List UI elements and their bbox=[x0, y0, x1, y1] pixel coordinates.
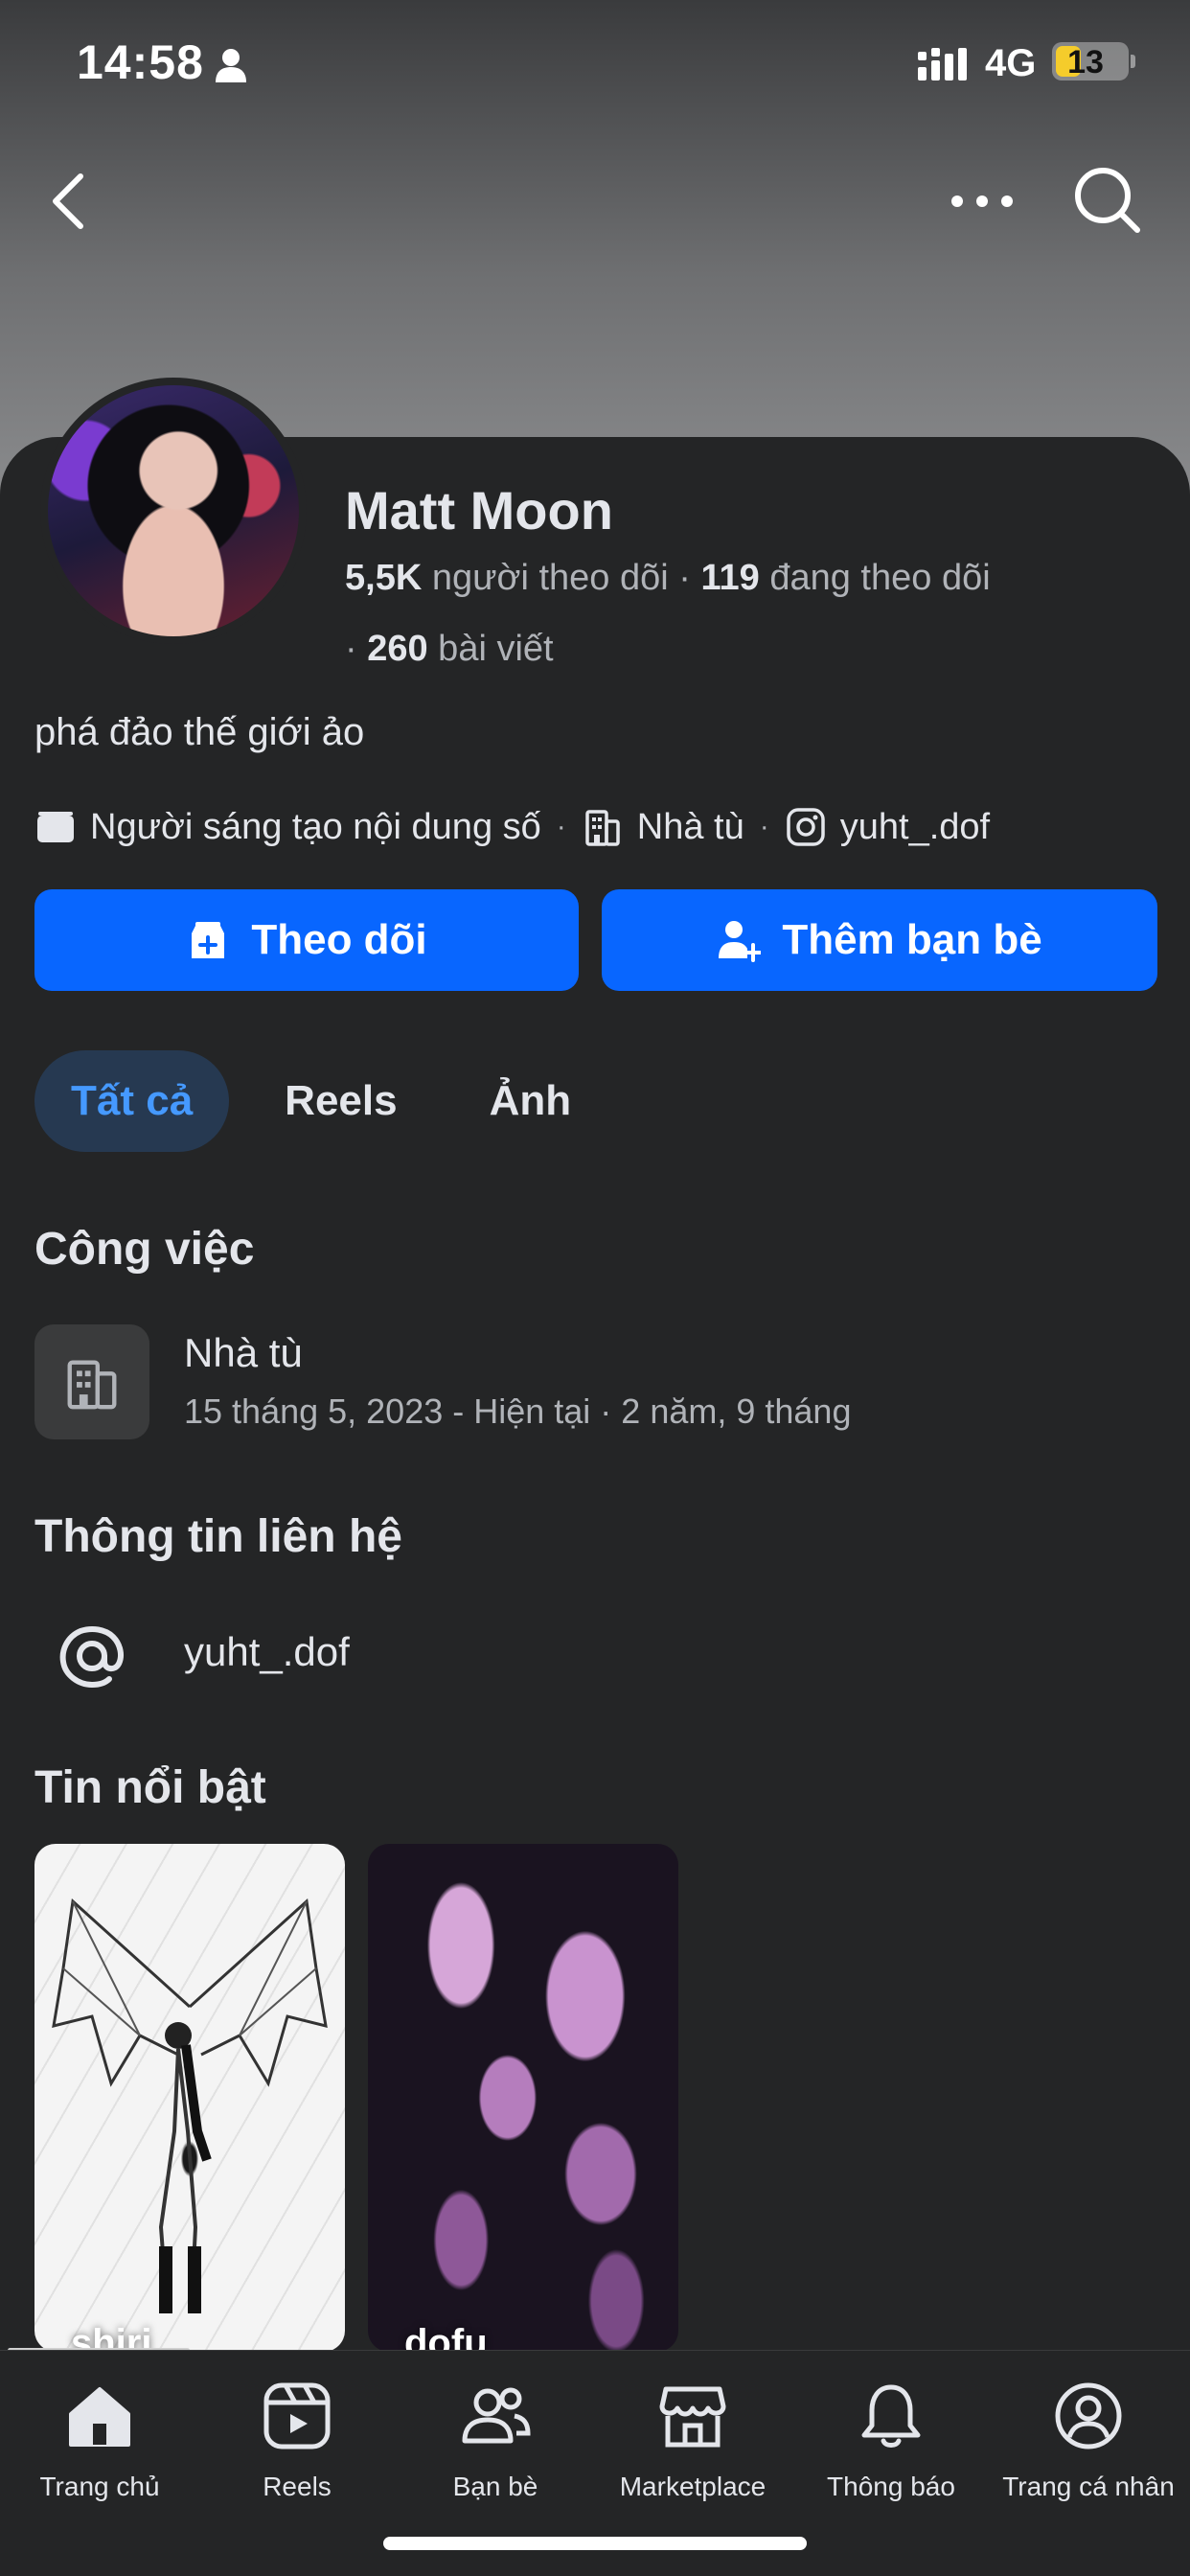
workplace-text[interactable]: Nhà tù bbox=[637, 807, 744, 848]
follow-button[interactable]: Theo dõi bbox=[34, 889, 579, 991]
nav-label: Thông báo bbox=[827, 2472, 955, 2501]
follow-button-label: Theo dõi bbox=[251, 916, 427, 963]
status-bar: 14:58 4G 13 bbox=[0, 0, 1190, 134]
work-section-title: Công việc bbox=[34, 1224, 255, 1275]
home-icon bbox=[69, 2387, 130, 2447]
reels-icon bbox=[263, 2382, 331, 2450]
nav-label: Reels bbox=[263, 2472, 332, 2501]
home-indicator bbox=[383, 2537, 807, 2550]
nav-item-reels[interactable]: Reels bbox=[201, 2378, 393, 2502]
follow-icon bbox=[192, 922, 225, 958]
nav-label: Bạn bè bbox=[452, 2472, 538, 2501]
profile-stats: 5,5K người theo dõi · 119 đang theo dõi bbox=[345, 558, 991, 599]
highlight-label: dofu bbox=[404, 2322, 488, 2352]
highlight-story[interactable]: dofu bbox=[368, 1844, 678, 2352]
person-icon bbox=[216, 49, 246, 82]
nav-item-friends[interactable]: Bạn bè bbox=[400, 2378, 591, 2502]
work-dates: 15 tháng 5, 2023 - Hiện tại · 2 năm, 9 t… bbox=[184, 1392, 852, 1431]
nav-item-profile[interactable]: Trang cá nhân bbox=[993, 2378, 1184, 2502]
profile-tabs: Tất cả Reels Ảnh bbox=[34, 1050, 607, 1152]
contact-section-title: Thông tin liên hệ bbox=[34, 1511, 402, 1562]
tab-all[interactable]: Tất cả bbox=[34, 1050, 230, 1152]
work-item-icon bbox=[34, 1324, 149, 1439]
category-text: Người sáng tạo nội dung số bbox=[90, 806, 541, 847]
posts-count: 260 bbox=[367, 629, 428, 669]
nav-item-marketplace[interactable]: Marketplace bbox=[597, 2378, 789, 2502]
nav-item-notifications[interactable]: Thông báo bbox=[795, 2378, 987, 2502]
profile-info-line: Người sáng tạo nội dung số · Nhà tù · yu… bbox=[34, 803, 990, 851]
nav-label: Trang chủ bbox=[39, 2472, 160, 2501]
tab-photos[interactable]: Ảnh bbox=[453, 1050, 608, 1152]
marketplace-icon bbox=[659, 2386, 726, 2448]
nav-label: Trang cá nhân bbox=[1002, 2472, 1175, 2501]
search-icon[interactable] bbox=[1068, 161, 1145, 238]
highlights-section-title: Tin nổi bật bbox=[34, 1762, 266, 1813]
following-label: đang theo dõi bbox=[759, 558, 991, 598]
back-icon[interactable] bbox=[38, 163, 96, 240]
separator-dot: · bbox=[759, 811, 769, 842]
network-type: 4G bbox=[985, 42, 1037, 84]
winged-figure-illustration bbox=[52, 1898, 328, 2313]
add-friend-icon bbox=[719, 921, 762, 962]
building-icon bbox=[67, 1360, 117, 1410]
work-place[interactable]: Nhà tù bbox=[184, 1330, 303, 1376]
profile-icon bbox=[1055, 2382, 1122, 2450]
building-icon bbox=[585, 810, 620, 846]
clapperboard-icon bbox=[37, 812, 74, 842]
at-sign-icon bbox=[59, 1626, 124, 1689]
nav-label: Marketplace bbox=[619, 2472, 767, 2501]
more-icon[interactable] bbox=[944, 177, 1020, 225]
instagram-handle[interactable]: yuht_.dof bbox=[840, 807, 990, 848]
followers-label: người theo dõi · bbox=[422, 558, 701, 598]
battery-level: 13 bbox=[1067, 44, 1104, 80]
highlight-story[interactable]: shiri bbox=[34, 1844, 345, 2352]
add-friend-button[interactable]: Thêm bạn bè bbox=[602, 889, 1157, 991]
tab-reels[interactable]: Reels bbox=[248, 1050, 433, 1152]
profile-name: Matt Moon bbox=[345, 480, 613, 540]
signal-icon bbox=[918, 48, 967, 80]
add-friend-button-label: Thêm bạn bè bbox=[782, 916, 1042, 963]
posts-stats: · 260 bài viết bbox=[345, 629, 554, 670]
friends-icon bbox=[462, 2387, 531, 2444]
battery-icon: 13 bbox=[1052, 42, 1135, 80]
posts-label: bài viết bbox=[427, 629, 554, 669]
profile-bio: phá đảo thế giới ảo bbox=[34, 711, 365, 753]
following-count[interactable]: 119 bbox=[700, 558, 759, 598]
avatar[interactable] bbox=[48, 385, 299, 636]
nav-item-home[interactable]: Trang chủ bbox=[4, 2378, 195, 2502]
separator-dot: · bbox=[556, 811, 566, 842]
followers-count[interactable]: 5,5K bbox=[345, 558, 422, 598]
contact-handle[interactable]: yuht_.dof bbox=[184, 1629, 350, 1675]
posts-prefix: · bbox=[345, 629, 368, 669]
bell-icon bbox=[861, 2384, 921, 2448]
status-time: 14:58 bbox=[77, 35, 204, 89]
instagram-icon bbox=[787, 808, 825, 846]
